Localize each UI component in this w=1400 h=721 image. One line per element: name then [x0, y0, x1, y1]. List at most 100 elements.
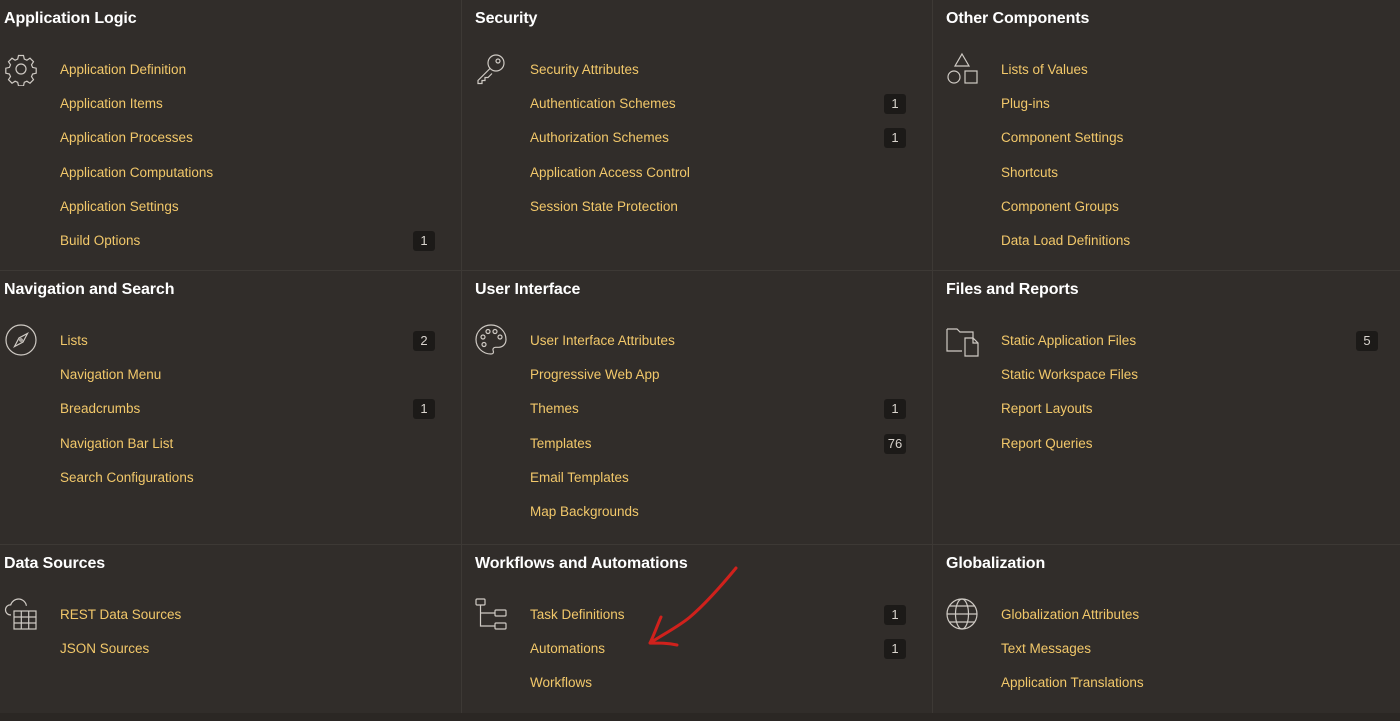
link-shortcuts[interactable]: Shortcuts	[1001, 165, 1058, 180]
panel-user-interface: User Interface User Interface Attributes…	[462, 271, 932, 544]
link-row-application-access-control: Application Access Control	[530, 156, 932, 190]
link-application-items[interactable]: Application Items	[60, 96, 163, 111]
link-list: Task Definitions 1 Automations 1 Workflows	[530, 598, 932, 701]
link-globalization-attributes[interactable]: Globalization Attributes	[1001, 607, 1139, 622]
link-row-search-configurations: Search Configurations	[60, 461, 461, 495]
link-row-build-options: Build Options 1	[60, 224, 461, 258]
link-row-map-backgrounds: Map Backgrounds	[530, 495, 932, 529]
shared-components-grid: Application Logic Application Definition…	[0, 0, 1400, 721]
count-badge: 1	[884, 399, 906, 420]
link-row-progressive-web-app: Progressive Web App	[530, 358, 932, 392]
link-lists-of-values[interactable]: Lists of Values	[1001, 62, 1088, 77]
link-row-lists: Lists 2	[60, 324, 461, 358]
link-component-groups[interactable]: Component Groups	[1001, 199, 1119, 214]
panel-other-components: Other Components Lists of Values Plug-ins…	[933, 0, 1400, 270]
link-list: User Interface Attributes Progressive Web…	[530, 324, 932, 529]
link-rest-data-sources[interactable]: REST Data Sources	[60, 607, 181, 622]
count-badge: 1	[884, 639, 906, 660]
panel-title: Workflows and Automations	[475, 555, 688, 572]
link-themes[interactable]: Themes	[530, 401, 579, 416]
cloud-grid-icon	[4, 597, 38, 631]
link-row-application-settings: Application Settings	[60, 190, 461, 224]
key-icon	[474, 52, 508, 86]
count-badge: 1	[884, 94, 906, 115]
link-lists[interactable]: Lists	[60, 333, 88, 348]
link-row-templates: Templates 76	[530, 427, 932, 461]
link-row-security-attributes: Security Attributes	[530, 53, 932, 87]
link-list: Globalization Attributes Text Messages App…	[1001, 598, 1400, 701]
link-security-attributes[interactable]: Security Attributes	[530, 62, 639, 77]
link-plug-ins[interactable]: Plug-ins	[1001, 96, 1050, 111]
link-row-component-settings: Component Settings	[1001, 121, 1400, 155]
link-build-options[interactable]: Build Options	[60, 233, 140, 248]
link-row-automations: Automations 1	[530, 632, 932, 666]
count-badge: 5	[1356, 331, 1378, 351]
panel-title: Files and Reports	[946, 281, 1079, 298]
panel-title: Globalization	[946, 555, 1046, 572]
link-text-messages[interactable]: Text Messages	[1001, 641, 1091, 656]
link-row-themes: Themes 1	[530, 392, 932, 426]
link-row-application-processes: Application Processes	[60, 121, 461, 155]
link-row-breadcrumbs: Breadcrumbs 1	[60, 392, 461, 426]
link-report-queries[interactable]: Report Queries	[1001, 436, 1093, 451]
compass-icon	[4, 323, 38, 357]
link-authentication-schemes[interactable]: Authentication Schemes	[530, 96, 676, 111]
link-progressive-web-app[interactable]: Progressive Web App	[530, 367, 660, 382]
panel-data-sources: Data Sources REST Data Sources JSON Sourc…	[0, 545, 461, 721]
link-static-application-files[interactable]: Static Application Files	[1001, 333, 1136, 348]
link-application-access-control[interactable]: Application Access Control	[530, 165, 690, 180]
link-navigation-menu[interactable]: Navigation Menu	[60, 367, 161, 382]
link-list: Static Application Files 5 Static Workspac…	[1001, 324, 1400, 461]
link-row-static-workspace-files: Static Workspace Files	[1001, 358, 1400, 392]
link-search-configurations[interactable]: Search Configurations	[60, 470, 194, 485]
link-component-settings[interactable]: Component Settings	[1001, 130, 1123, 145]
link-navigation-bar-list[interactable]: Navigation Bar List	[60, 436, 173, 451]
link-static-workspace-files[interactable]: Static Workspace Files	[1001, 367, 1138, 382]
link-row-lists-of-values: Lists of Values	[1001, 53, 1400, 87]
link-authorization-schemes[interactable]: Authorization Schemes	[530, 130, 669, 145]
panel-title: Application Logic	[4, 10, 137, 27]
link-row-report-queries: Report Queries	[1001, 427, 1400, 461]
count-badge: 2	[413, 331, 435, 351]
link-application-definition[interactable]: Application Definition	[60, 62, 186, 77]
link-list: Lists 2 Navigation Menu Breadcrumbs 1 Navigat…	[60, 324, 461, 495]
link-application-processes[interactable]: Application Processes	[60, 130, 193, 145]
link-row-shortcuts: Shortcuts	[1001, 156, 1400, 190]
shapes-icon	[945, 52, 979, 86]
link-session-state-protection[interactable]: Session State Protection	[530, 199, 678, 214]
panel-security: Security Security Attributes Authenticati…	[462, 0, 932, 270]
workflow-tree-icon	[474, 597, 508, 631]
link-row-rest-data-sources: REST Data Sources	[60, 598, 461, 632]
panel-title: Navigation and Search	[4, 281, 175, 298]
link-row-application-items: Application Items	[60, 87, 461, 121]
globe-icon	[945, 597, 979, 631]
link-row-report-layouts: Report Layouts	[1001, 392, 1400, 426]
folder-file-icon	[945, 323, 979, 357]
palette-icon	[474, 323, 508, 357]
link-report-layouts[interactable]: Report Layouts	[1001, 401, 1093, 416]
link-row-authorization-schemes: Authorization Schemes 1	[530, 121, 932, 155]
link-map-backgrounds[interactable]: Map Backgrounds	[530, 504, 639, 519]
panel-application-logic: Application Logic Application Definition…	[0, 0, 461, 270]
link-application-translations[interactable]: Application Translations	[1001, 675, 1144, 690]
link-automations[interactable]: Automations	[530, 641, 605, 656]
link-templates[interactable]: Templates	[530, 436, 592, 451]
count-badge: 1	[884, 605, 906, 625]
link-application-computations[interactable]: Application Computations	[60, 165, 213, 180]
link-row-text-messages: Text Messages	[1001, 632, 1400, 666]
count-badge: 1	[413, 230, 435, 251]
panel-title: Security	[475, 10, 538, 27]
link-row-email-templates: Email Templates	[530, 461, 932, 495]
link-row-session-state-protection: Session State Protection	[530, 190, 932, 224]
link-data-load-definitions[interactable]: Data Load Definitions	[1001, 233, 1130, 248]
link-application-settings[interactable]: Application Settings	[60, 199, 179, 214]
link-task-definitions[interactable]: Task Definitions	[530, 607, 625, 622]
link-email-templates[interactable]: Email Templates	[530, 470, 629, 485]
link-breadcrumbs[interactable]: Breadcrumbs	[60, 401, 140, 416]
count-badge: 76	[884, 433, 906, 454]
link-user-interface-attributes[interactable]: User Interface Attributes	[530, 333, 675, 348]
link-json-sources[interactable]: JSON Sources	[60, 641, 149, 656]
link-row-data-load-definitions: Data Load Definitions	[1001, 224, 1400, 258]
count-badge: 1	[413, 399, 435, 420]
link-workflows[interactable]: Workflows	[530, 675, 592, 690]
